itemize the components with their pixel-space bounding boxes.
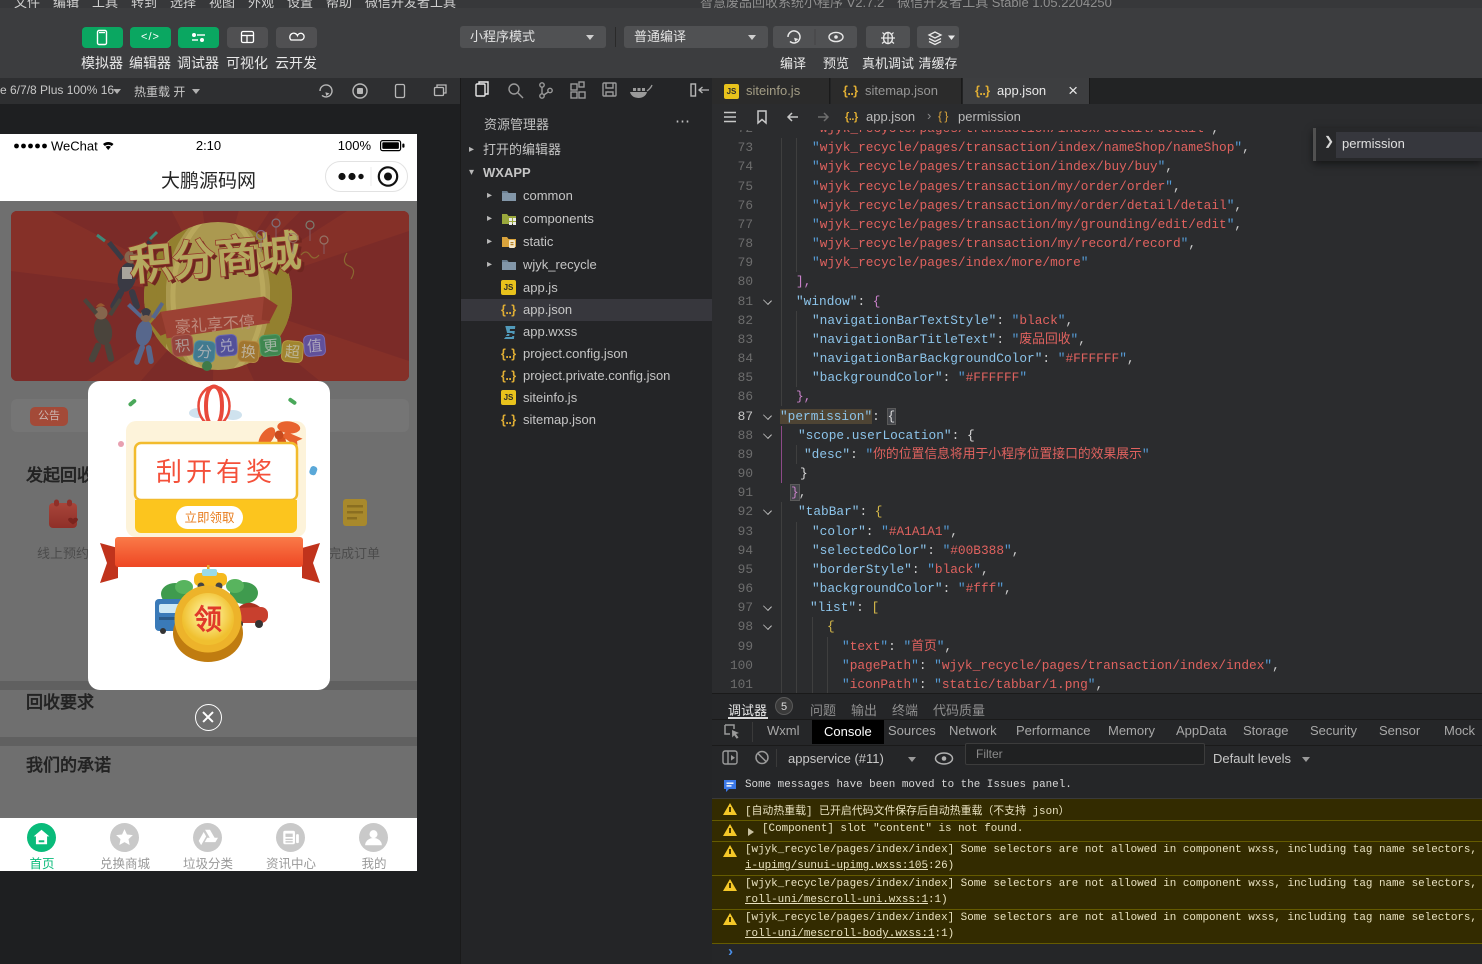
svg-text:领: 领 — [194, 603, 222, 635]
svg-text:值: 值 — [306, 337, 322, 355]
svg-text:换: 换 — [240, 343, 256, 361]
svg-text:分: 分 — [196, 343, 212, 361]
svg-text:超: 超 — [284, 343, 300, 361]
svg-text:更: 更 — [262, 337, 278, 355]
svg-text:兑: 兑 — [218, 337, 234, 355]
svg-text:积: 积 — [174, 337, 191, 355]
svg-text:立即领取: 立即领取 — [184, 510, 235, 525]
svg-text:刮开有奖: 刮开有奖 — [156, 457, 276, 487]
